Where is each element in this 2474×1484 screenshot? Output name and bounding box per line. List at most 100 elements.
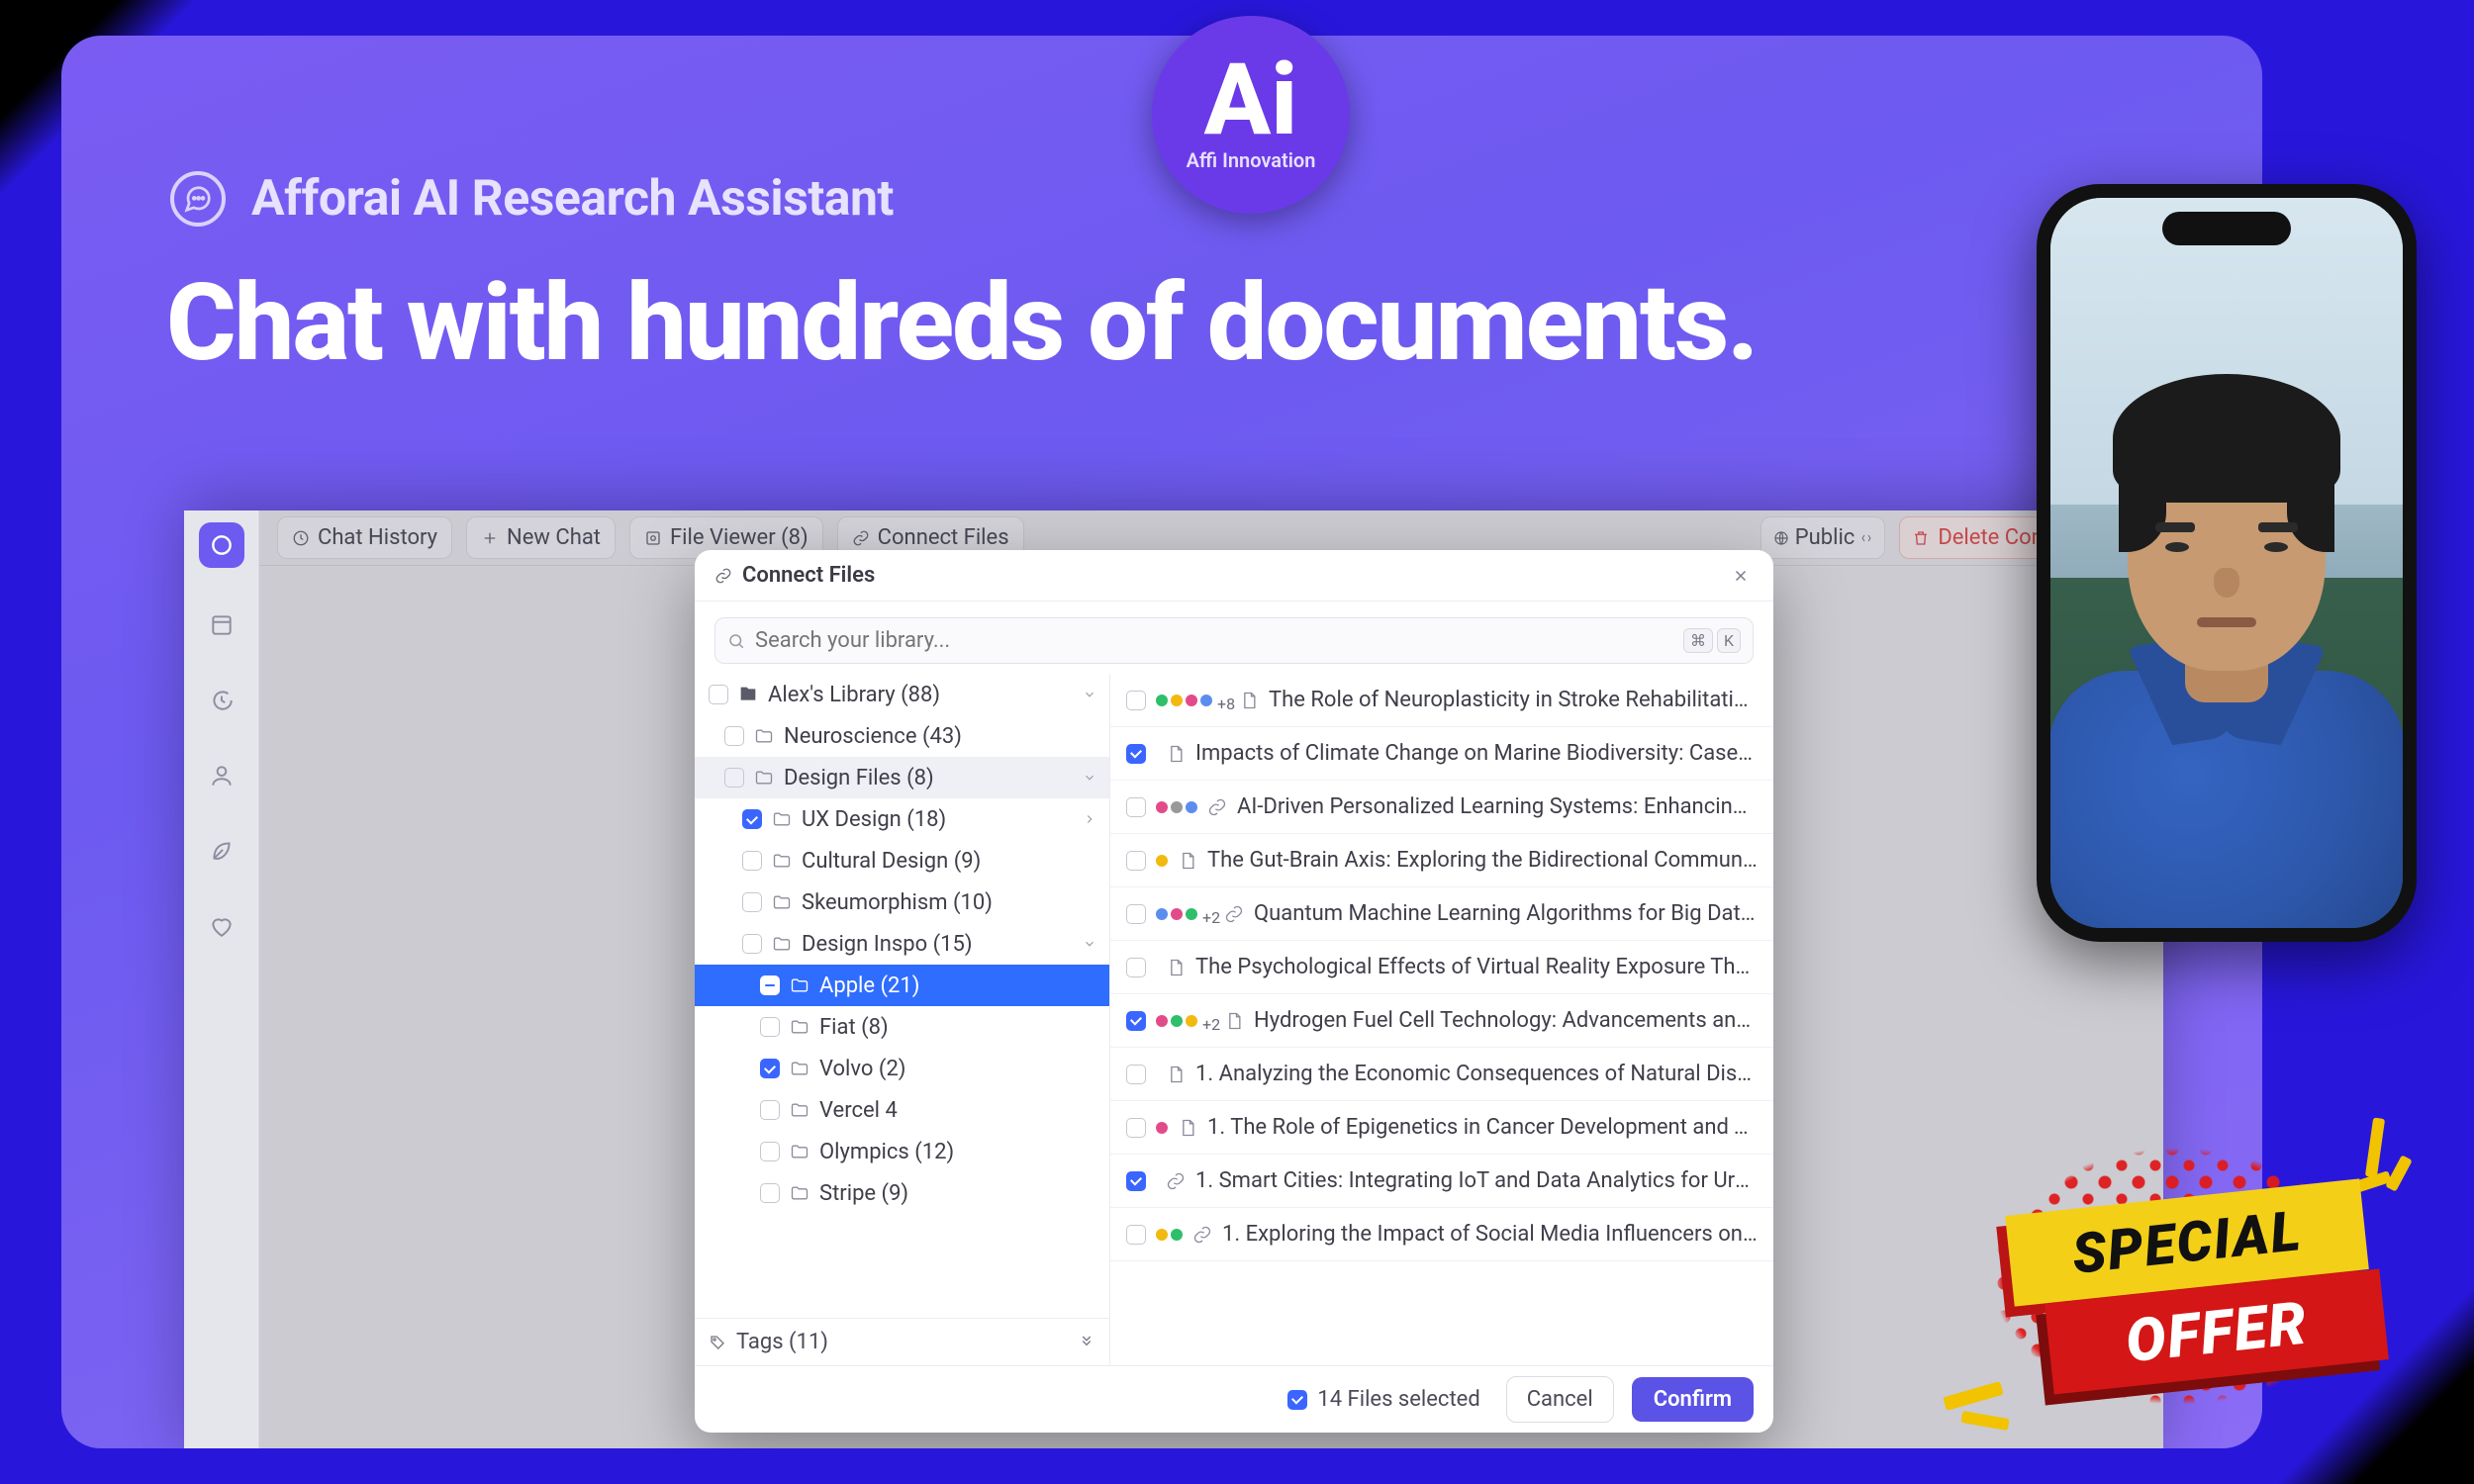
tree-item-label: Vercel 4 xyxy=(819,1098,1097,1123)
checkbox[interactable] xyxy=(1126,1065,1146,1084)
close-icon[interactable] xyxy=(1728,563,1754,589)
checkbox[interactable] xyxy=(1126,904,1146,924)
sidebar-chat-icon[interactable] xyxy=(204,683,239,718)
tag-dots: +2 xyxy=(1156,908,1214,920)
checkbox[interactable] xyxy=(760,1059,780,1078)
search-input[interactable]: ⌘K xyxy=(714,617,1754,664)
file-title: AI-Driven Personalized Learning Systems:… xyxy=(1237,794,1758,819)
tree-item[interactable]: Stripe (9) xyxy=(695,1172,1109,1214)
folder-icon xyxy=(790,975,809,995)
checkbox[interactable] xyxy=(1126,1225,1146,1245)
chevron-right-icon xyxy=(1082,812,1097,826)
checkbox[interactable] xyxy=(760,1142,780,1161)
file-title: 1. Analyzing the Economic Consequences o… xyxy=(1195,1062,1758,1086)
checkbox[interactable] xyxy=(742,809,762,829)
special-offer-sticker: SPECIAL OFFER xyxy=(1920,1098,2434,1454)
file-row[interactable]: Impacts of Climate Change on Marine Biod… xyxy=(1110,727,1773,781)
link-icon xyxy=(1192,1225,1212,1245)
file-list: +8The Role of Neuroplasticity in Stroke … xyxy=(1110,674,1773,1365)
tag-dots xyxy=(1156,1229,1183,1241)
checkbox[interactable] xyxy=(1126,797,1146,817)
chevron-down-icon xyxy=(1082,771,1097,785)
file-row[interactable]: 1. Exploring the Impact of Social Media … xyxy=(1110,1208,1773,1261)
checkbox[interactable] xyxy=(1126,1011,1146,1031)
file-row[interactable]: +2 Quantum Machine Learning Algorithms fo… xyxy=(1110,887,1773,941)
file-row[interactable]: 1. Smart Cities: Integrating IoT and Dat… xyxy=(1110,1155,1773,1208)
folder-icon xyxy=(772,809,792,829)
cancel-button[interactable]: Cancel xyxy=(1506,1376,1614,1423)
document-icon xyxy=(1239,691,1259,710)
sidebar-user-icon[interactable] xyxy=(204,758,239,793)
app-logo-icon[interactable] xyxy=(199,522,244,568)
sidebar-leaf-icon[interactable] xyxy=(204,833,239,869)
folder-icon xyxy=(790,1183,809,1203)
tree-item-label: Design Files (8) xyxy=(784,766,1072,790)
tree-item[interactable]: Vercel 4 xyxy=(695,1089,1109,1131)
tree-item[interactable]: Olympics (12) xyxy=(695,1131,1109,1172)
tree-item[interactable]: UX Design (18) xyxy=(695,798,1109,840)
file-row[interactable]: 1. The Role of Epigenetics in Cancer Dev… xyxy=(1110,1101,1773,1155)
chevron-down-icon xyxy=(1078,1330,1095,1354)
tree-item[interactable]: Apple (21) xyxy=(695,965,1109,1006)
folder-icon xyxy=(754,726,774,746)
file-title: Hydrogen Fuel Cell Technology: Advanceme… xyxy=(1254,1008,1758,1033)
tree-item-label: Apple (21) xyxy=(819,974,1097,998)
checkbox[interactable] xyxy=(1126,1171,1146,1191)
hero-heading-row: Afforai AI Research Assistant xyxy=(170,170,894,228)
checkbox[interactable] xyxy=(742,892,762,912)
link-icon xyxy=(1224,904,1244,924)
tree-item[interactable]: Design Inspo (15) xyxy=(695,923,1109,965)
file-row[interactable]: The Psychological Effects of Virtual Rea… xyxy=(1110,941,1773,994)
hero-headline: Chat with hundreds of documents. xyxy=(166,261,1757,386)
tree-item[interactable]: Fiat (8) xyxy=(695,1006,1109,1048)
checkbox[interactable] xyxy=(1126,851,1146,871)
checkbox[interactable] xyxy=(709,685,728,704)
tree-item-label: Volvo (2) xyxy=(819,1057,1097,1081)
link-icon xyxy=(1166,1171,1186,1191)
tree-item[interactable]: Neuroscience (43) xyxy=(695,715,1109,757)
checkbox[interactable] xyxy=(1126,691,1146,710)
checkbox[interactable] xyxy=(742,934,762,954)
sidebar-library-icon[interactable] xyxy=(204,607,239,643)
file-title: The Psychological Effects of Virtual Rea… xyxy=(1195,955,1758,979)
file-row[interactable]: +2 Hydrogen Fuel Cell Technology: Advance… xyxy=(1110,994,1773,1048)
tree-item[interactable]: Skeumorphism (10) xyxy=(695,881,1109,923)
file-title: 1. Smart Cities: Integrating IoT and Dat… xyxy=(1195,1168,1758,1193)
checkbox[interactable] xyxy=(1126,1118,1146,1138)
tree-item[interactable]: Design Files (8) xyxy=(695,757,1109,798)
tree-item[interactable]: Alex's Library (88) xyxy=(695,674,1109,715)
file-row[interactable]: 1. Analyzing the Economic Consequences o… xyxy=(1110,1048,1773,1101)
checkbox[interactable] xyxy=(1126,744,1146,764)
tree-item-label: Stripe (9) xyxy=(819,1181,1097,1206)
checkbox[interactable] xyxy=(724,768,744,788)
checkbox[interactable] xyxy=(760,1017,780,1037)
checkbox[interactable] xyxy=(724,726,744,746)
folder-icon xyxy=(772,934,792,954)
app-sidebar xyxy=(184,510,259,1448)
file-row[interactable]: +8The Role of Neuroplasticity in Stroke … xyxy=(1110,674,1773,727)
link-icon xyxy=(1207,797,1227,817)
tag-dots xyxy=(1156,855,1168,867)
app-window: Chat History New Chat File Viewer (8) Co… xyxy=(184,510,2163,1448)
brand-badge: Ai Affi Innovation xyxy=(1152,16,1350,214)
checkbox[interactable] xyxy=(760,975,780,995)
checkbox[interactable] xyxy=(742,851,762,871)
tree-item[interactable]: Volvo (2) xyxy=(695,1048,1109,1089)
file-title: Quantum Machine Learning Algorithms for … xyxy=(1254,901,1758,926)
file-row[interactable]: AI-Driven Personalized Learning Systems:… xyxy=(1110,781,1773,834)
folder-icon xyxy=(790,1142,809,1161)
tags-section[interactable]: Tags (11) xyxy=(695,1318,1109,1365)
tree-item-label: Design Inspo (15) xyxy=(802,932,1072,957)
checkbox[interactable] xyxy=(1126,958,1146,977)
tag-dots: +2 xyxy=(1156,1015,1214,1027)
tree-item-label: Alex's Library (88) xyxy=(768,683,1072,707)
checkbox[interactable] xyxy=(760,1100,780,1120)
sidebar-heart-icon[interactable] xyxy=(204,908,239,944)
folder-icon xyxy=(754,768,774,788)
keyboard-shortcut: ⌘K xyxy=(1683,628,1741,653)
confirm-button[interactable]: Confirm xyxy=(1632,1377,1754,1422)
tree-item[interactable]: Cultural Design (9) xyxy=(695,840,1109,881)
burst-lines-icon xyxy=(1944,1377,2033,1437)
file-row[interactable]: The Gut-Brain Axis: Exploring the Bidire… xyxy=(1110,834,1773,887)
checkbox[interactable] xyxy=(760,1183,780,1203)
